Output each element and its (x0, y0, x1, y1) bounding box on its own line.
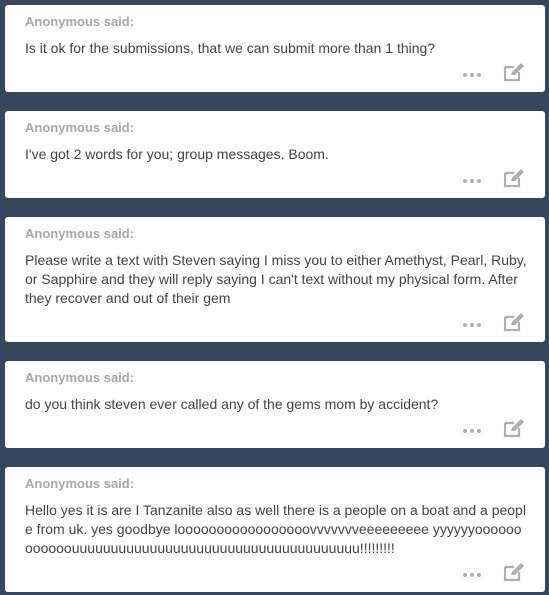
asker-label: Anonymous said: (25, 14, 135, 29)
edit-button[interactable] (503, 562, 525, 582)
ask-feed: Anonymous said: Is it ok for the submiss… (0, 0, 549, 595)
asker-label: Anonymous said: (25, 226, 135, 241)
more-dots-icon (463, 573, 481, 577)
edit-pencil-icon (503, 419, 524, 438)
ask-card: Anonymous said: Is it ok for the submiss… (5, 5, 545, 92)
edit-button[interactable] (503, 168, 525, 188)
edit-button[interactable] (503, 418, 525, 438)
more-options-button[interactable] (461, 68, 483, 82)
question-text: I've got 2 words for you; group messages… (25, 146, 329, 162)
edit-pencil-icon (503, 169, 524, 188)
more-dots-icon (463, 73, 481, 77)
edit-pencil-icon (503, 63, 524, 82)
more-options-button[interactable] (461, 318, 483, 332)
asker-label: Anonymous said: (25, 370, 135, 385)
asker-label: Anonymous said: (25, 120, 135, 135)
edit-pencil-icon (503, 313, 524, 332)
question-text: Is it ok for the submissions, that we ca… (25, 40, 436, 56)
more-options-button[interactable] (461, 568, 483, 582)
question-text: do you think steven ever called any of t… (25, 396, 439, 412)
edit-button[interactable] (503, 312, 525, 332)
edit-pencil-icon (503, 563, 524, 582)
ask-card: Anonymous said: do you think steven ever… (5, 361, 545, 448)
more-options-button[interactable] (461, 424, 483, 438)
more-dots-icon (463, 179, 481, 183)
ask-card: Anonymous said: Please write a text with… (5, 217, 545, 342)
edit-button[interactable] (503, 62, 525, 82)
more-dots-icon (463, 323, 481, 327)
ask-card: Anonymous said: Hello yes it is are I Ta… (5, 467, 545, 592)
ask-card: Anonymous said: I've got 2 words for you… (5, 111, 545, 198)
question-text: Please write a text with Steven saying I… (25, 252, 527, 306)
more-options-button[interactable] (461, 174, 483, 188)
more-dots-icon (463, 429, 481, 433)
question-text: Hello yes it is are I Tanzanite also as … (25, 502, 526, 556)
asker-label: Anonymous said: (25, 476, 135, 491)
